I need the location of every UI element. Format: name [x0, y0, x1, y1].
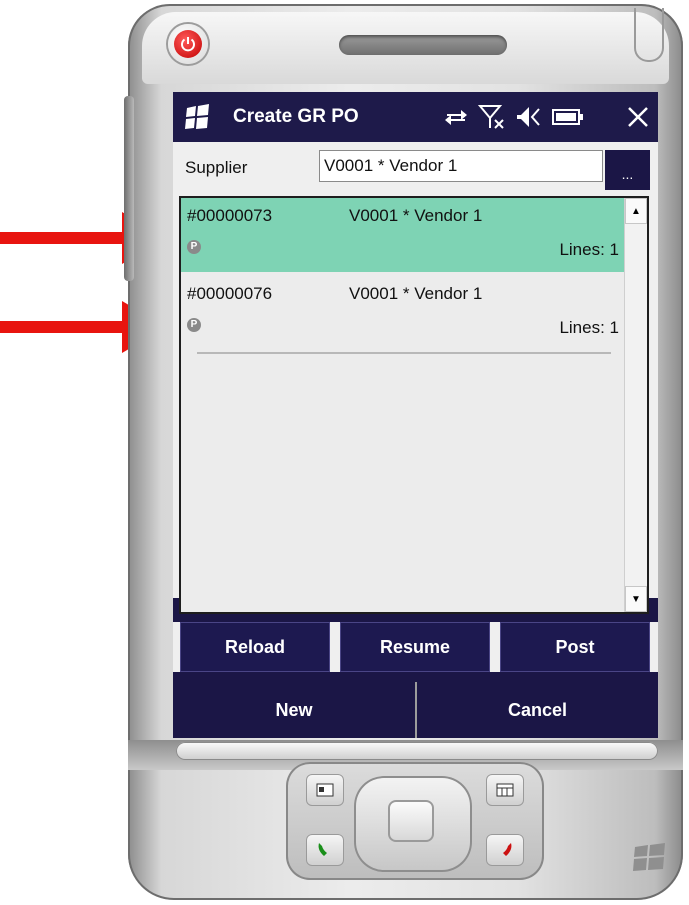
title-bar: Create GR PO — [173, 92, 658, 142]
new-softkey[interactable]: New — [173, 682, 415, 738]
earpiece-speaker — [339, 35, 507, 55]
line-count: Lines: 1 — [559, 240, 619, 259]
line-count: Lines: 1 — [559, 318, 619, 337]
resume-button[interactable]: Resume — [340, 622, 490, 672]
sync-icon[interactable] — [441, 103, 471, 131]
scroll-up-icon[interactable]: ▲ — [625, 198, 647, 224]
side-rail — [124, 96, 134, 281]
supplier-input[interactable]: V0001 * Vendor 1 — [319, 150, 603, 182]
post-button[interactable]: Post — [500, 622, 650, 672]
no-signal-icon[interactable] — [477, 103, 507, 131]
vertical-scrollbar[interactable]: ▲ ▼ — [624, 198, 647, 612]
windows-logo-icon — [633, 843, 665, 871]
contact-card-icon[interactable] — [306, 774, 344, 806]
scroll-down-icon[interactable]: ▼ — [625, 586, 647, 612]
reload-button[interactable]: Reload — [180, 622, 330, 672]
battery-icon[interactable] — [551, 103, 585, 131]
windows-start-icon[interactable] — [183, 104, 211, 130]
status-badge: P — [187, 240, 201, 254]
vendor-name: V0001 * Vendor 1 — [349, 206, 483, 225]
app-title: Create GR PO — [233, 106, 359, 127]
cancel-softkey[interactable]: Cancel — [417, 682, 658, 738]
list-item[interactable]: #00000076 V0001 * Vendor 1 P Lines: 1 — [181, 276, 625, 350]
call-answer-icon[interactable] — [306, 834, 344, 866]
softkey-bar: New Cancel — [173, 682, 658, 738]
document-list: #00000073 V0001 * Vendor 1 P Lines: 1 #0… — [179, 196, 649, 614]
power-button[interactable] — [168, 24, 208, 64]
doc-number: #00000076 — [187, 284, 273, 303]
vendor-name: V0001 * Vendor 1 — [349, 284, 483, 303]
doc-number: #00000073 — [187, 206, 273, 225]
supplier-lookup-button[interactable]: ... — [605, 150, 650, 190]
device-screen: Create GR PO Supplier V0001 * Vendor 1 .… — [173, 92, 658, 738]
calendar-icon[interactable] — [486, 774, 524, 806]
action-button[interactable] — [388, 800, 434, 842]
softkey-hardware-bar[interactable] — [176, 742, 658, 760]
status-badge: P — [187, 318, 201, 332]
action-bar: Reload Resume Post — [173, 622, 658, 672]
row-divider — [197, 352, 611, 354]
power-icon — [174, 30, 202, 58]
volume-muted-icon[interactable] — [513, 103, 543, 131]
close-icon[interactable] — [623, 103, 653, 131]
list-item[interactable]: #00000073 V0001 * Vendor 1 P Lines: 1 — [181, 198, 625, 272]
stylus-slot — [634, 8, 664, 62]
supplier-label: Supplier — [185, 158, 248, 177]
call-end-icon[interactable] — [486, 834, 524, 866]
